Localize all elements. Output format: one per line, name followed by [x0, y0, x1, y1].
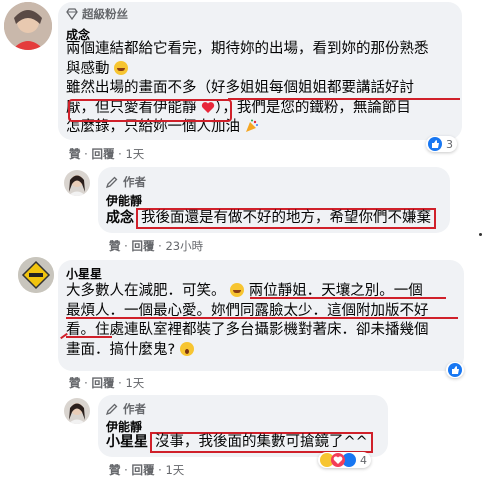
timestamp[interactable]: 1天 [125, 147, 144, 161]
author-tag: 作者 [106, 401, 146, 417]
author-pen-icon [106, 403, 118, 415]
like-button[interactable]: 贊 [69, 147, 81, 161]
author-avatar[interactable] [64, 170, 90, 196]
reply-author[interactable]: 伊能靜 [106, 192, 142, 209]
author-photo [64, 398, 90, 424]
author-avatar[interactable] [64, 398, 90, 424]
reply-button[interactable]: 回覆 [131, 239, 154, 253]
mention-link[interactable]: 小星星 [106, 434, 148, 450]
highlight-underline [228, 98, 460, 100]
grin-emoji [230, 283, 245, 297]
reply-text: 成念 我後面還是有做不好的地方，希望你們不嫌棄 [106, 208, 436, 229]
more-options-dot[interactable] [479, 233, 482, 236]
like-reaction-icon [448, 363, 462, 377]
grin-emoji [114, 60, 129, 75]
reply-button[interactable]: 回覆 [91, 147, 114, 161]
timestamp[interactable]: 1天 [165, 463, 184, 477]
reply-button[interactable]: 回覆 [131, 463, 154, 477]
comment-text: 兩個連結都給它看完，期待妳的出場，看到妳的那份熟悉 與感動 雖然出場的畫面不多（… [66, 40, 458, 138]
author-pen-icon [106, 176, 118, 188]
highlight-underline [66, 317, 458, 319]
reply-text: 小星星 沒事，我後面的集數可搶鏡了^^ [106, 432, 373, 453]
reaction-count: 4 [360, 453, 367, 467]
comment-actions: 贊 · 回覆 · 1天 [69, 147, 145, 161]
author-tag: 作者 [106, 174, 146, 190]
shocked-emoji [179, 341, 194, 356]
reply-actions: 贊 · 回覆 · 23小時 [109, 239, 204, 253]
comment-actions: 贊 · 回覆 · 1天 [69, 376, 145, 390]
comment-line: 畫面．搞什麼鬼? [66, 341, 458, 361]
comment-author[interactable]: 小星星 [66, 265, 102, 282]
comment-line: 與感動 [66, 60, 458, 80]
comment-line: 看。住處連臥室裡都裝了多台攝影機對著床．卻未播幾個 [66, 322, 429, 338]
badge-label: 超級粉丝 [82, 7, 128, 21]
diamond-icon [66, 8, 78, 20]
reaction-summary[interactable] [446, 362, 464, 378]
avatar-photo [4, 2, 52, 50]
party-popper-emoji [245, 119, 258, 132]
like-button[interactable]: 贊 [109, 463, 121, 477]
reaction-summary[interactable]: 4 [318, 452, 371, 468]
reply-button[interactable]: 回覆 [91, 376, 114, 390]
highlight-box: 沒事，我後面的集數可搶鏡了^^ [150, 432, 373, 453]
avatar-photo [18, 257, 54, 293]
comment-text: 大多數人在減肥．可笑。 兩位靜姐．天壤之別。一個 最煩人．一個最心愛。妳們同露臉… [66, 282, 458, 360]
highlight-box: 我後面還是有做不好的地方，希望你們不嫌棄 [136, 208, 436, 229]
reaction-summary[interactable]: 3 [426, 136, 457, 152]
timestamp[interactable]: 1天 [125, 376, 144, 390]
highlight-underline [250, 297, 446, 299]
highlight-box [68, 99, 232, 122]
like-button[interactable]: 贊 [69, 376, 81, 390]
reply-actions: 贊 · 回覆 · 1天 [109, 463, 185, 477]
comment-line: 雖然出場的畫面不多（好多姐姐每個姐姐都要講話好討 [66, 80, 414, 96]
like-reaction-icon [428, 137, 442, 151]
avatar[interactable] [4, 2, 52, 50]
comment-line: 兩個連結都給它看完，期待妳的出場，看到妳的那份熟悉 [66, 41, 429, 57]
author-photo [64, 170, 90, 196]
mention-link[interactable]: 成念 [106, 210, 134, 226]
highlight-underline [66, 336, 112, 338]
top-fan-badge: 超級粉丝 [66, 6, 128, 22]
like-button[interactable]: 贊 [109, 239, 121, 253]
timestamp[interactable]: 23小時 [165, 239, 203, 253]
reaction-count: 3 [446, 137, 453, 151]
avatar[interactable] [18, 257, 54, 293]
love-reaction-icon [331, 453, 345, 467]
